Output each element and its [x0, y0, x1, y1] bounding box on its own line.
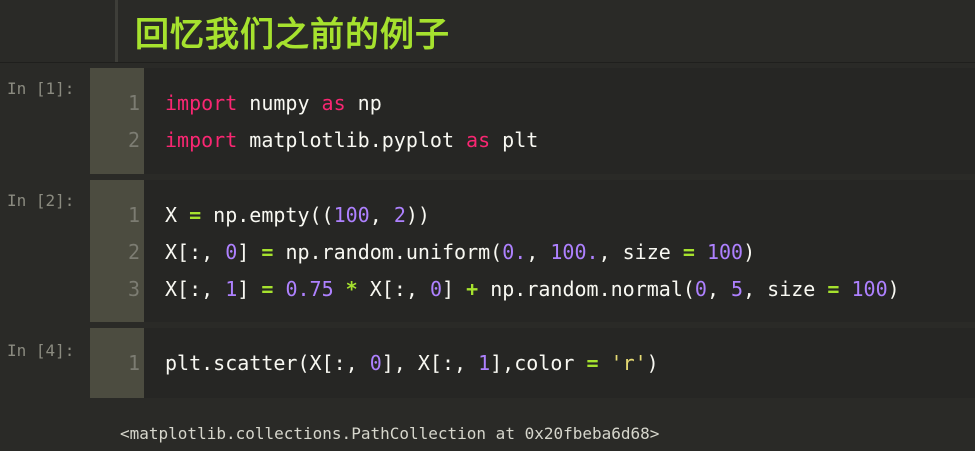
code-text: X: [165, 203, 190, 227]
code-text: , size: [598, 240, 683, 264]
line-number: 1: [127, 91, 140, 115]
heading-left-rule: [115, 0, 118, 62]
code-text: ]: [237, 277, 262, 301]
code-text: ): [887, 277, 900, 301]
code-text: , size: [743, 277, 828, 301]
code-text: X[:,: [357, 277, 430, 301]
code-number: 100: [706, 240, 744, 264]
code-text: )): [405, 203, 430, 227]
code-text: matplotlib.pyplot: [237, 128, 467, 152]
code-text: X[:,: [165, 240, 226, 264]
cell-prompt: In [4]:: [7, 341, 75, 360]
code-keyword: import: [165, 128, 238, 152]
code-text: ,: [706, 277, 732, 301]
code-keyword: import: [165, 91, 238, 115]
code-number: 0: [694, 277, 707, 301]
code-line: import matplotlib.pyplot as plt: [165, 128, 538, 152]
code-text: X[:,: [165, 277, 226, 301]
code-text: np.empty((: [201, 203, 334, 227]
cell-prompt: In [2]:: [7, 191, 75, 210]
cell-prompt: In [1]:: [7, 79, 75, 98]
line-number: 2: [127, 240, 140, 264]
code-text: numpy: [237, 91, 322, 115]
code-text: ],color: [490, 351, 587, 375]
code-line: plt.scatter(X[:, 0], X[:, 1],color = 'r'…: [165, 351, 659, 375]
code-string: 'r': [610, 351, 647, 375]
code-cell-1[interactable]: In [1]: 1 2 import numpy as np import ma…: [0, 68, 975, 174]
line-number: 3: [127, 277, 140, 301]
code-operator: =: [189, 203, 202, 227]
code-text: plt: [490, 128, 539, 152]
code-text: ): [743, 240, 756, 264]
code-text: ], X[:,: [381, 351, 479, 375]
cell-output-text: <matplotlib.collections.PathCollection a…: [120, 424, 660, 443]
code-line: X[:, 1] = 0.75 * X[:, 0] + np.random.nor…: [165, 277, 900, 301]
code-text: np.random.normal(: [478, 277, 695, 301]
code-text: ]: [442, 277, 467, 301]
code-text: np.random.uniform(: [273, 240, 503, 264]
code-number: 0.75: [285, 277, 334, 301]
code-number: 1: [225, 277, 238, 301]
markdown-heading-cell[interactable]: 回忆我们之前的例子: [0, 0, 975, 63]
code-operator: =: [261, 277, 274, 301]
line-number-gutter: 1 2 3: [90, 180, 144, 322]
code-number: 100: [333, 203, 370, 227]
code-editor[interactable]: X = np.empty((100, 2)) X[:, 0] = np.rand…: [144, 180, 975, 322]
code-operator: =: [827, 277, 840, 301]
line-number: 2: [127, 128, 140, 152]
code-line: X = np.empty((100, 2)): [165, 203, 430, 227]
code-number: 0: [225, 240, 238, 264]
code-text: ,: [369, 203, 394, 227]
code-editor[interactable]: plt.scatter(X[:, 0], X[:, 1],color = 'r'…: [144, 328, 975, 398]
code-text: np: [345, 91, 382, 115]
code-number: 5: [731, 277, 744, 301]
code-operator: *: [345, 277, 358, 301]
code-operator: =: [261, 240, 274, 264]
code-text: plt.scatter(X[:,: [165, 351, 370, 375]
code-text: ]: [237, 240, 262, 264]
code-operator: =: [586, 351, 599, 375]
code-text: ,: [526, 240, 551, 264]
line-number-gutter: 1 2: [90, 68, 144, 174]
code-line: import numpy as np: [165, 91, 382, 115]
code-operator: +: [466, 277, 479, 301]
code-keyword: as: [466, 128, 491, 152]
code-number: 0.: [502, 240, 527, 264]
code-number: 2: [393, 203, 406, 227]
line-number: 1: [127, 351, 140, 375]
line-number: 1: [127, 203, 140, 227]
code-number: 1: [478, 351, 491, 375]
code-cell-3[interactable]: In [4]: 1 plt.scatter(X[:, 0], X[:, 1],c…: [0, 328, 975, 398]
code-number: 100: [851, 277, 888, 301]
code-keyword: as: [321, 91, 346, 115]
markdown-heading: 回忆我们之前的例子: [135, 15, 450, 55]
code-number: 0: [429, 277, 443, 301]
code-text: ): [646, 351, 659, 375]
code-cell-2[interactable]: In [2]: 1 2 3 X = np.empty((100, 2)) X[:…: [0, 180, 975, 322]
code-operator: =: [682, 240, 695, 264]
code-number: 100.: [550, 240, 599, 264]
code-number: 0: [369, 351, 382, 375]
code-line: X[:, 0] = np.random.uniform(0., 100., si…: [165, 240, 755, 264]
line-number-gutter: 1: [90, 328, 144, 398]
code-editor[interactable]: import numpy as np import matplotlib.pyp…: [144, 68, 975, 174]
